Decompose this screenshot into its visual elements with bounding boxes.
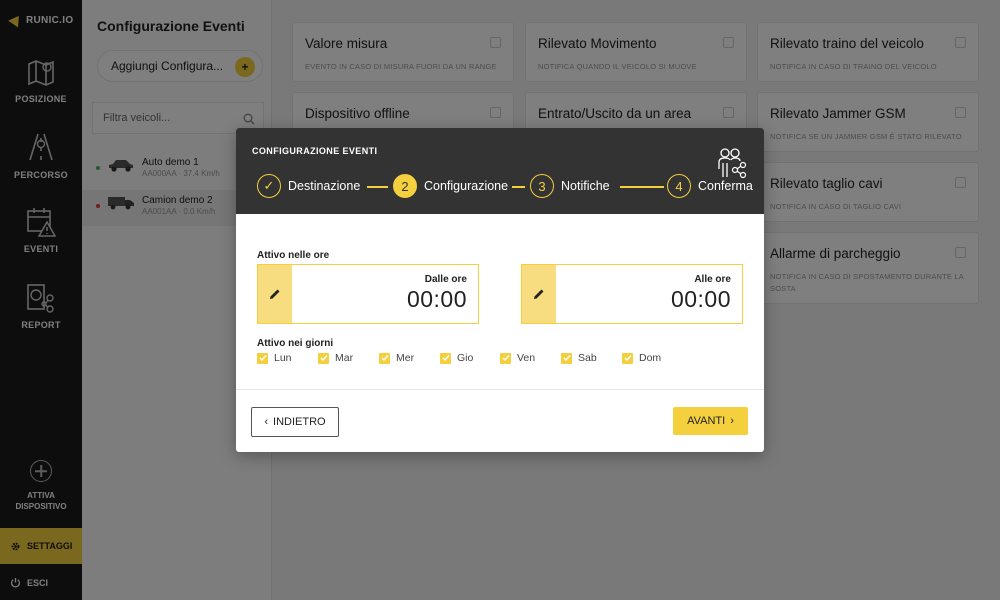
check-icon: ✓ bbox=[257, 174, 281, 198]
to-time-value: 00:00 bbox=[670, 286, 731, 312]
checkmark-icon bbox=[318, 352, 329, 364]
day-label: Gio bbox=[457, 352, 474, 364]
from-time-field[interactable]: Dalle ore 00:00 bbox=[257, 264, 479, 324]
step-number: 2 bbox=[393, 174, 417, 198]
step-configurazione[interactable]: 2 Configurazione bbox=[393, 174, 508, 198]
step-label: Notifiche bbox=[561, 179, 610, 193]
day-checkbox-dom[interactable]: Dom bbox=[622, 352, 661, 364]
day-checkbox-lun[interactable]: Lun bbox=[257, 352, 292, 364]
step-conferma[interactable]: 4 Conferma bbox=[667, 174, 753, 198]
chevron-right-icon: › bbox=[730, 415, 734, 427]
day-checkbox-mar[interactable]: Mar bbox=[318, 352, 353, 364]
step-connector bbox=[620, 186, 664, 188]
modal-body: Attivo nelle ore Dalle ore 00:00 Alle or… bbox=[236, 214, 764, 390]
checkmark-icon bbox=[257, 352, 268, 364]
active-hours-label: Attivo nelle ore bbox=[257, 250, 330, 261]
day-label: Dom bbox=[639, 352, 662, 364]
step-notifiche[interactable]: 3 Notifiche bbox=[530, 174, 610, 198]
next-label: AVANTI bbox=[687, 415, 726, 427]
checkmark-icon bbox=[500, 352, 511, 364]
from-time-caption: Dalle ore bbox=[424, 274, 467, 285]
step-connector bbox=[512, 186, 525, 188]
checkmark-icon bbox=[622, 352, 633, 364]
pencil-icon bbox=[270, 289, 280, 299]
active-days-label: Attivo nei giorni bbox=[257, 338, 334, 349]
checkmark-icon bbox=[379, 352, 390, 364]
config-modal: CONFIGURAZIONE EVENTI ✓ Destinazione 2 C… bbox=[236, 128, 764, 452]
step-label: Conferma bbox=[698, 179, 753, 193]
pencil-icon bbox=[534, 289, 544, 299]
step-number: 4 bbox=[667, 174, 691, 198]
modal-title: CONFIGURAZIONE EVENTI bbox=[252, 146, 378, 156]
back-button[interactable]: ‹ INDIETRO bbox=[251, 407, 339, 437]
day-label: Sab bbox=[578, 352, 597, 364]
step-number: 3 bbox=[530, 174, 554, 198]
step-connector bbox=[367, 186, 388, 188]
step-label: Configurazione bbox=[424, 179, 509, 193]
checkmark-icon bbox=[440, 352, 451, 364]
checkmark-icon bbox=[561, 352, 572, 364]
chevron-left-icon: ‹ bbox=[264, 416, 269, 428]
day-checkbox-ven[interactable]: Ven bbox=[500, 352, 535, 364]
step-label: Destinazione bbox=[288, 179, 361, 193]
edit-time-button[interactable] bbox=[522, 265, 556, 323]
edit-time-button[interactable] bbox=[258, 265, 292, 323]
day-label: Mer bbox=[396, 352, 415, 364]
next-button[interactable]: AVANTI › bbox=[673, 407, 748, 435]
day-checkbox-mer[interactable]: Mer bbox=[379, 352, 414, 364]
day-checkbox-sab[interactable]: Sab bbox=[561, 352, 597, 364]
step-destinazione[interactable]: ✓ Destinazione bbox=[257, 174, 360, 198]
day-checkbox-gio[interactable]: Gio bbox=[440, 352, 473, 364]
day-label: Ven bbox=[517, 352, 536, 364]
to-time-caption: Alle ore bbox=[694, 274, 731, 285]
back-label: INDIETRO bbox=[273, 416, 326, 428]
day-label: Lun bbox=[274, 352, 292, 364]
day-label: Mar bbox=[335, 352, 354, 364]
to-time-field[interactable]: Alle ore 00:00 bbox=[521, 264, 743, 324]
modal-header: CONFIGURAZIONE EVENTI ✓ Destinazione 2 C… bbox=[236, 128, 764, 214]
from-time-value: 00:00 bbox=[406, 286, 467, 312]
